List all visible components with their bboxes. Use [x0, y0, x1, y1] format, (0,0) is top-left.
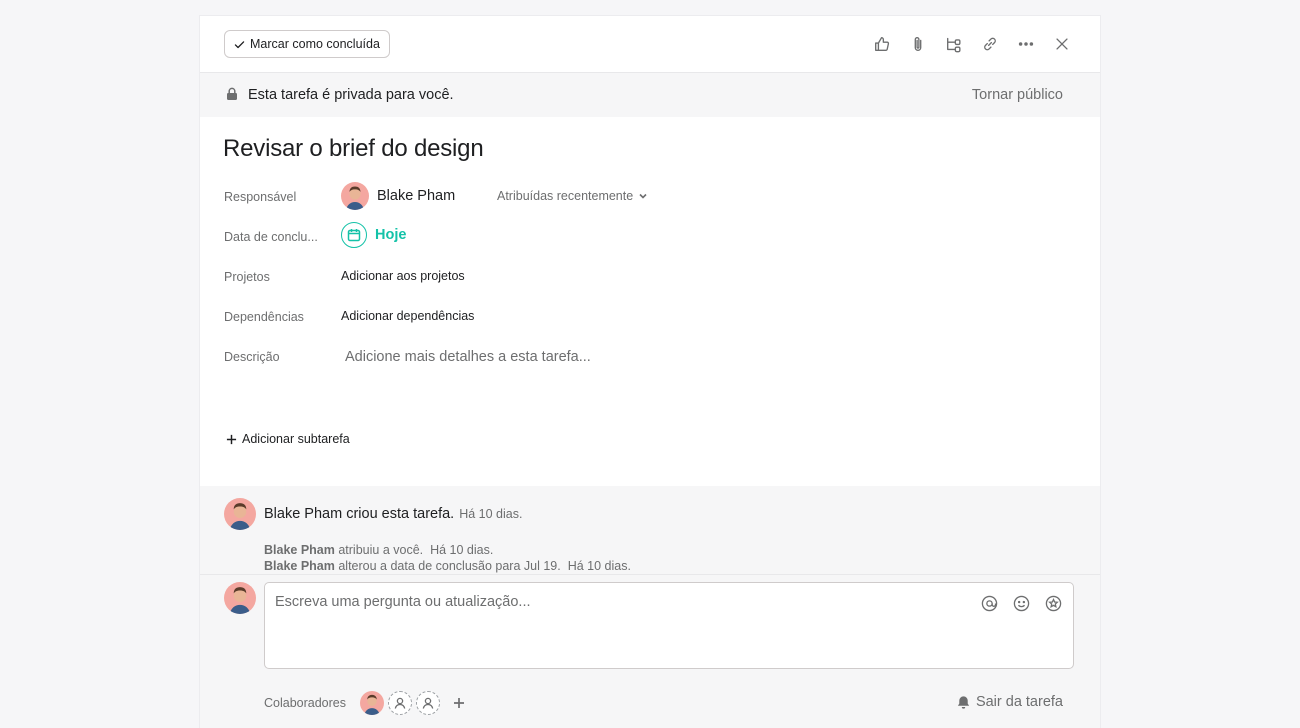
task-title[interactable]: Revisar o brief do design	[223, 135, 484, 163]
story-text: alterou a data de conclusão para Jul 19.	[334, 559, 561, 573]
bell-icon	[957, 695, 970, 709]
story-time: Há 10 dias.	[567, 559, 631, 573]
attachment-button[interactable]	[907, 33, 929, 55]
collaborators-label: Colaboradores	[264, 696, 346, 710]
recent-assignments-label: Atribuídas recentemente	[497, 189, 634, 203]
mark-complete-button[interactable]: Marcar como concluída	[224, 30, 390, 58]
add-collaborator-button[interactable]	[452, 696, 466, 710]
activity-feed: Blake Pham criou esta tarefa. Há 10 dias.…	[200, 486, 1100, 728]
collaborator-avatar[interactable]	[360, 691, 384, 715]
copy-link-button[interactable]	[979, 33, 1001, 55]
like-icon	[875, 37, 890, 51]
assignee-name: Blake Pham	[377, 188, 456, 204]
due-date-value: Hoje	[375, 227, 407, 243]
make-public-button[interactable]: Tornar público	[972, 87, 1063, 103]
description-label: Descrição	[224, 350, 280, 364]
due-date-label: Data de conclu...	[224, 230, 318, 244]
due-date-picker[interactable]: Hoje	[341, 222, 406, 248]
recent-assignments-dropdown[interactable]: Atribuídas recentemente	[497, 189, 648, 203]
story-item: Blake Pham atribuiu a você. Há 10 dias.	[264, 543, 493, 557]
subtask-icon	[947, 37, 961, 53]
plus-icon	[454, 698, 464, 708]
add-collaborator-slot[interactable]	[416, 691, 440, 715]
close-icon	[1056, 38, 1068, 50]
plus-icon	[226, 434, 237, 444]
check-icon	[234, 40, 245, 48]
close-button[interactable]	[1051, 33, 1073, 55]
assignee-label: Responsável	[224, 190, 297, 204]
avatar	[224, 498, 256, 530]
user-icon	[422, 697, 434, 709]
add-to-projects-button[interactable]: Adicionar aos projetos	[341, 269, 465, 283]
appreciation-button[interactable]	[1043, 593, 1063, 613]
at-mention-icon	[981, 595, 997, 611]
story-author[interactable]: Blake Pham	[264, 543, 335, 557]
story-item: Blake Pham alterou a data de conclusão p…	[264, 559, 631, 573]
description-input[interactable]: Adicione mais detalhes a esta tarefa...	[345, 349, 591, 365]
leave-task-button[interactable]: Sair da tarefa	[956, 694, 1063, 710]
story-author[interactable]: Blake Pham	[264, 559, 335, 573]
task-detail-pane: Marcar como concluída Esta tarefa é priv…	[200, 16, 1100, 728]
add-collaborator-slot[interactable]	[388, 691, 412, 715]
star-icon	[1045, 595, 1061, 611]
mention-button[interactable]	[979, 593, 999, 613]
story-time: Há 10 dias.	[430, 543, 494, 557]
story-created-time: Há 10 dias.	[459, 507, 523, 521]
avatar	[224, 582, 256, 614]
user-icon	[394, 697, 406, 709]
comment-input[interactable]	[273, 593, 967, 611]
calendar-icon	[341, 222, 367, 248]
privacy-message: Esta tarefa é privada para você.	[248, 87, 454, 103]
link-icon	[984, 37, 996, 51]
emoji-icon	[1013, 595, 1029, 611]
story-text: atribuiu a você.	[334, 543, 424, 557]
subtask-button[interactable]	[943, 33, 965, 55]
comment-composer	[264, 582, 1074, 669]
attachment-icon	[914, 37, 922, 51]
task-toolbar: Marcar como concluída	[200, 16, 1100, 73]
privacy-banner: Esta tarefa é privada para você. Tornar …	[200, 73, 1100, 117]
mark-complete-label: Marcar como concluída	[250, 37, 380, 51]
dependencies-label: Dependências	[224, 310, 304, 324]
leave-task-label: Sair da tarefa	[975, 694, 1063, 710]
more-icon	[1018, 42, 1034, 46]
add-subtask-button[interactable]: Adicionar subtarefa	[226, 432, 350, 446]
story-created-text: Blake Pham criou esta tarefa.	[264, 506, 455, 522]
chevron-down-icon	[639, 193, 647, 199]
lock-icon	[227, 87, 237, 100]
projects-label: Projetos	[224, 270, 270, 284]
more-actions-button[interactable]	[1015, 33, 1037, 55]
like-button[interactable]	[871, 33, 893, 55]
add-subtask-label: Adicionar subtarefa	[242, 432, 350, 446]
avatar	[341, 182, 369, 210]
divider	[200, 574, 1100, 575]
add-dependencies-button[interactable]: Adicionar dependências	[341, 309, 474, 323]
emoji-button[interactable]	[1011, 593, 1031, 613]
story-created: Blake Pham criou esta tarefa. Há 10 dias.	[264, 506, 522, 522]
assignee-picker[interactable]: Blake Pham	[341, 182, 455, 210]
